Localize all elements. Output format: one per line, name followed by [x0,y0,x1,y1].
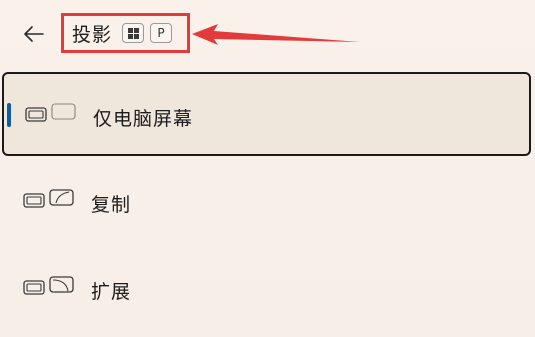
back-arrow-icon [24,26,44,42]
selection-indicator [7,103,11,127]
page-title: 投影 [72,23,113,46]
pc-screen-only-icon [25,103,76,122]
option-label: 仅电脑屏幕 [93,108,194,130]
option-label: 复制 [91,194,132,216]
project-panel: 投影 P 仅电脑屏幕 复制 扩展 [0,0,535,337]
option-duplicate[interactable]: 复制 [2,160,531,244]
option-extend[interactable]: 扩展 [2,247,531,331]
option-pc-screen-only[interactable]: 仅电脑屏幕 [2,72,531,156]
annotation-arrow-icon [192,24,360,45]
windows-key-icon [127,27,139,39]
title-highlight-box: 投影 P [61,13,190,53]
windows-key-badge [122,23,145,43]
p-key-badge: P [150,23,173,43]
extend-icon [23,276,74,295]
option-label: 扩展 [91,281,132,303]
back-button[interactable] [16,16,52,52]
duplicate-icon [23,189,74,208]
